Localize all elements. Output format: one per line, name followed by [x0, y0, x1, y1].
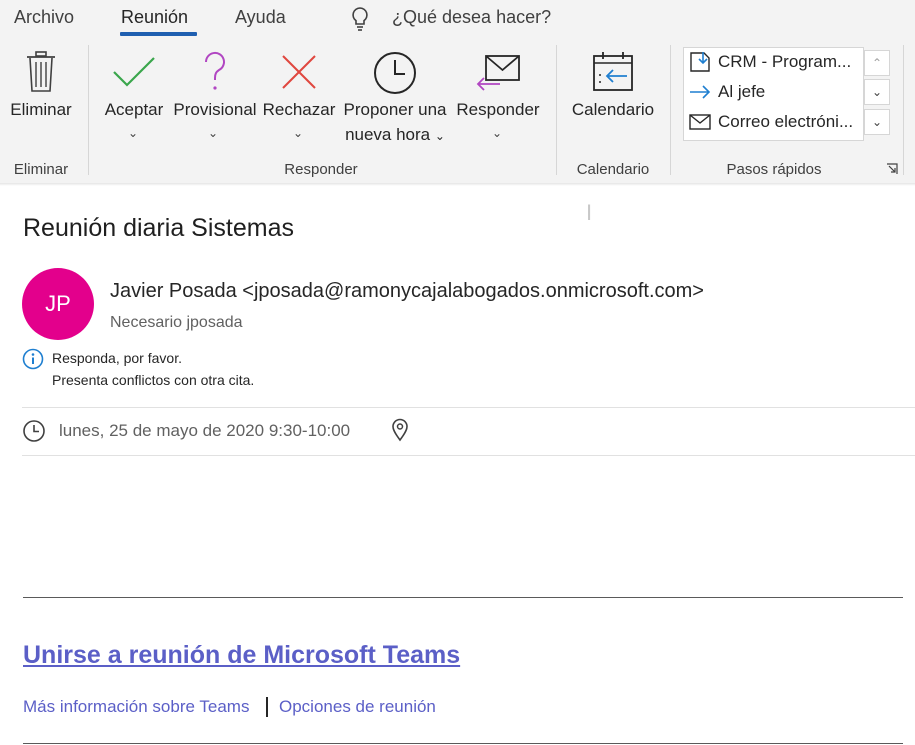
- propose-chevron-down-icon: ⌄: [434, 129, 445, 143]
- location-pin-icon[interactable]: [390, 418, 410, 442]
- quick-steps-scroll-up[interactable]: ⌃: [864, 50, 890, 76]
- avatar[interactable]: JP: [22, 268, 94, 340]
- accept-button[interactable]: Aceptar: [100, 50, 168, 122]
- tentative-button[interactable]: Provisional: [170, 50, 260, 122]
- propose-new-time-button[interactable]: Proponer una nueva hora ⌄: [338, 50, 452, 149]
- text-cursor-icon: I: [586, 200, 593, 225]
- clock-icon: [374, 52, 416, 94]
- link-separator: [266, 697, 268, 717]
- meeting-subject: Reunión diaria Sistemas: [23, 214, 294, 242]
- group-label-calendar: Calendario: [576, 161, 650, 178]
- delete-button[interactable]: Eliminar: [8, 50, 74, 122]
- accept-label: Aceptar: [104, 100, 164, 119]
- quick-step-label: CRM - Program...: [718, 52, 852, 71]
- divider: [22, 455, 915, 456]
- dialog-launcher-icon[interactable]: [886, 163, 898, 175]
- calendar-label: Calendario: [571, 100, 655, 119]
- join-teams-meeting-link[interactable]: Unirse a reunión de Microsoft Teams: [23, 641, 460, 670]
- propose-label-line1: Proponer una: [343, 100, 447, 119]
- group-separator: [88, 45, 89, 175]
- sender-name[interactable]: Javier Posada <jposada@ramonycajalabogad…: [110, 280, 704, 303]
- group-label-delete: Eliminar: [13, 161, 69, 178]
- decline-button[interactable]: Rechazar: [262, 50, 336, 122]
- divider: [22, 407, 915, 408]
- teams-separator-bottom: [23, 743, 903, 744]
- info-message-line1: Responda, por favor.: [52, 350, 182, 366]
- reply-button[interactable]: Responder: [454, 50, 542, 122]
- tab-ayuda[interactable]: Ayuda: [235, 7, 286, 28]
- reply-envelope-icon: [476, 55, 520, 91]
- teams-separator-top: [23, 597, 903, 598]
- decline-label: Rechazar: [262, 100, 336, 119]
- group-separator: [670, 45, 671, 175]
- tentative-chevron-down-icon[interactable]: ⌄: [208, 126, 218, 140]
- required-attendees: Necesario jposada: [110, 314, 243, 331]
- delete-label: Eliminar: [10, 100, 72, 119]
- clock-icon: [23, 420, 45, 442]
- menu-bar: Archivo Reunión Ayuda ¿Qué desea hacer?: [0, 0, 915, 40]
- meeting-options-link[interactable]: Opciones de reunión: [279, 697, 436, 717]
- file-arrow-icon: [690, 52, 710, 72]
- tab-archivo[interactable]: Archivo: [14, 7, 74, 28]
- trash-icon: [27, 51, 55, 92]
- lightbulb-icon[interactable]: [350, 6, 370, 32]
- meeting-time: lunes, 25 de mayo de 2020 9:30-10:00: [59, 421, 351, 440]
- decline-chevron-down-icon[interactable]: ⌄: [293, 126, 303, 140]
- question-mark-icon: [204, 51, 225, 90]
- tell-me-search[interactable]: ¿Qué desea hacer?: [392, 7, 551, 28]
- group-separator: [556, 45, 557, 175]
- calendar-button[interactable]: Calendario: [566, 50, 660, 122]
- propose-label-line2: nueva hora ⌄: [338, 122, 452, 149]
- group-label-respond: Responder: [284, 161, 358, 178]
- x-mark-icon: [282, 55, 316, 89]
- quick-step-label: Al jefe: [718, 82, 766, 101]
- tentative-label: Provisional: [173, 100, 257, 119]
- quick-step-al-jefe[interactable]: Al jefe: [684, 78, 863, 108]
- learn-more-teams-link[interactable]: Más información sobre Teams: [23, 697, 249, 717]
- arrow-right-icon: [690, 85, 711, 99]
- quick-steps-gallery: CRM - Program... Al jefe Correo electrón…: [683, 47, 864, 141]
- quick-steps-more[interactable]: ⌄: [864, 109, 890, 135]
- propose-label-text: nueva hora: [345, 125, 431, 144]
- envelope-icon: [689, 114, 711, 130]
- calendar-icon: [593, 52, 633, 91]
- quick-steps-scroll-down[interactable]: ⌄: [864, 79, 890, 105]
- quick-step-label: Correo electróni...: [718, 112, 854, 131]
- group-label-quick-steps: Pasos rápidos: [726, 161, 822, 178]
- quick-step-crm[interactable]: CRM - Program...: [684, 48, 863, 78]
- reply-label: Responder: [456, 100, 540, 119]
- quick-step-email[interactable]: Correo electróni...: [684, 108, 863, 138]
- group-separator: [903, 45, 904, 175]
- checkmark-icon: [113, 57, 155, 87]
- info-message-line2: Presenta conflictos con otra cita.: [52, 372, 255, 388]
- tab-reunion[interactable]: Reunión: [121, 7, 188, 28]
- reply-chevron-down-icon[interactable]: ⌄: [492, 126, 502, 140]
- info-icon: [22, 348, 44, 370]
- accept-chevron-down-icon[interactable]: ⌄: [128, 126, 138, 140]
- active-tab-indicator: [120, 32, 197, 36]
- ribbon-shadow: [0, 183, 915, 186]
